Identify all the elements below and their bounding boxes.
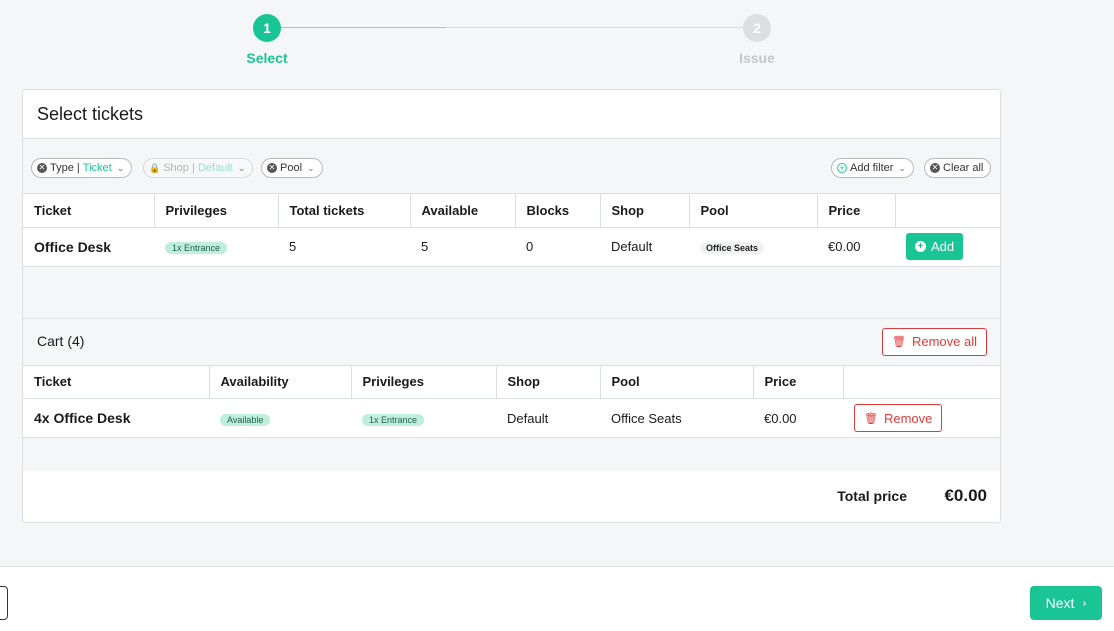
cart-header: Cart (4) 🗑 Remove all: [23, 318, 1000, 366]
stepper: 1 Select 2 Issue: [232, 14, 792, 74]
chevron-down-icon: ⌄: [116, 163, 125, 173]
availability-badge: Available: [220, 413, 271, 426]
remove-all-label: Remove all: [911, 334, 977, 349]
add-filter-label: Add filter: [850, 162, 894, 174]
table-row: 4x Office Desk Available 1x Entrance Def…: [23, 398, 1000, 438]
trash-icon: 🗑: [892, 336, 906, 348]
chevron-right-icon: ›: [1082, 596, 1087, 610]
column-header[interactable]: Pool: [689, 194, 818, 228]
table-header-row: Ticket Privileges Total tickets Availabl…: [23, 194, 1000, 228]
step-label: Select: [246, 50, 288, 66]
filter-chip-pool[interactable]: ✕ Pool ⌄: [261, 158, 323, 178]
table-header-row: Ticket Availability Privileges Shop Pool…: [23, 365, 1000, 399]
filter-label: Pool: [280, 162, 303, 174]
action-cell: + Add: [895, 227, 1000, 267]
total-price-value: €0.00: [944, 486, 987, 505]
column-header[interactable]: Shop: [600, 194, 690, 228]
filter-bar: ✕ Type | Ticket ⌄ 🔒 Shop | Default ⌄ ✕ P…: [23, 139, 1000, 194]
filter-chip-type[interactable]: ✕ Type | Ticket ⌄: [31, 158, 133, 178]
back-button[interactable]: [0, 586, 8, 620]
privilege-badge: 1x Entrance: [362, 413, 425, 426]
close-circle-icon: ✕: [930, 163, 940, 173]
next-button[interactable]: Next ›: [1030, 586, 1102, 620]
remove-button-label: Remove: [883, 410, 933, 426]
filter-chip-shop: 🔒 Shop | Default ⌄: [143, 158, 254, 178]
remove-all-button[interactable]: 🗑 Remove all: [882, 327, 987, 356]
section-spacer: [23, 438, 1000, 471]
column-header[interactable]: Blocks: [515, 194, 601, 228]
privilege-badge: 1x Entrance: [165, 242, 228, 254]
close-circle-icon[interactable]: ✕: [267, 163, 277, 173]
section-spacer: [23, 266, 1000, 319]
filter-value: Ticket: [82, 162, 112, 174]
close-circle-icon[interactable]: ✕: [37, 163, 47, 173]
column-header[interactable]: Total tickets: [278, 194, 411, 228]
plus-circle-icon: +: [837, 163, 847, 173]
step-label: Issue: [739, 50, 775, 66]
chevron-down-icon: ⌄: [237, 163, 246, 173]
footer-bar: Next ›: [0, 566, 1114, 631]
total-tickets-cell: 5: [278, 227, 410, 267]
column-header[interactable]: Privileges: [154, 194, 279, 228]
cart-table: Ticket Availability Privileges Shop Pool…: [23, 365, 1000, 438]
price-cell: €0.00: [753, 398, 843, 438]
column-header[interactable]: Available: [410, 194, 516, 228]
chevron-down-icon: ⌄: [898, 163, 906, 173]
filter-value: Default: [197, 162, 233, 174]
pool-cell: Office Seats: [600, 398, 753, 438]
column-header[interactable]: Price: [753, 365, 844, 399]
available-cell: 5: [410, 227, 515, 267]
column-header[interactable]: Shop: [496, 365, 601, 399]
column-header[interactable]: Privileges: [351, 365, 497, 399]
column-header[interactable]: Ticket: [23, 365, 210, 399]
table-row: Office Desk 1x Entrance 5 5 0 Default Of…: [23, 227, 1000, 267]
pool-cell: Office Seats: [689, 227, 817, 267]
tickets-table: Ticket Privileges Total tickets Availabl…: [23, 194, 1000, 267]
total-price-label: Total price: [837, 488, 907, 504]
filter-key: Type |: [50, 162, 80, 174]
card-title: Select tickets: [23, 90, 1000, 139]
plus-circle-icon: +: [915, 241, 926, 252]
add-button-label: Add: [931, 239, 955, 254]
total-row: Total price €0.00: [23, 471, 1000, 521]
filter-key: Shop |: [163, 162, 195, 174]
column-header[interactable]: Ticket: [23, 194, 155, 228]
price-cell: €0.00: [817, 227, 895, 267]
column-header[interactable]: Availability: [209, 365, 352, 399]
column-header[interactable]: Pool: [600, 365, 754, 399]
privileges-cell: 1x Entrance: [154, 227, 278, 267]
step-select[interactable]: 1 Select: [232, 14, 302, 66]
column-header[interactable]: Price: [817, 194, 896, 228]
step-number: 2: [743, 14, 771, 42]
select-tickets-card: Select tickets ✕ Type | Ticket ⌄ 🔒 Shop …: [22, 89, 1001, 523]
remove-button[interactable]: 🗑 Remove: [854, 404, 943, 432]
action-cell: 🗑 Remove: [843, 398, 1000, 438]
shop-cell: Default: [600, 227, 689, 267]
shop-cell: Default: [496, 398, 600, 438]
trash-icon: 🗑: [864, 412, 878, 425]
add-button[interactable]: + Add: [906, 233, 964, 260]
privileges-cell: 1x Entrance: [351, 398, 496, 438]
column-header-actions: [895, 194, 1000, 228]
add-filter-button[interactable]: + Add filter ⌄: [831, 158, 914, 178]
column-header-actions: [843, 365, 1000, 399]
clear-all-button[interactable]: ✕ Clear all: [924, 158, 992, 178]
step-number: 1: [253, 14, 281, 42]
blocks-cell: 0: [515, 227, 600, 267]
pool-badge: Office Seats: [700, 242, 765, 254]
ticket-name: Office Desk: [23, 227, 154, 267]
step-issue[interactable]: 2 Issue: [722, 14, 792, 66]
clear-all-label: Clear all: [943, 162, 984, 174]
availability-cell: Available: [209, 398, 351, 438]
next-button-label: Next: [1045, 595, 1075, 611]
cart-title: Cart (4): [37, 332, 85, 349]
lock-icon: 🔒: [149, 163, 161, 173]
chevron-down-icon: ⌄: [307, 163, 315, 173]
cart-ticket-name: 4x Office Desk: [23, 398, 209, 438]
